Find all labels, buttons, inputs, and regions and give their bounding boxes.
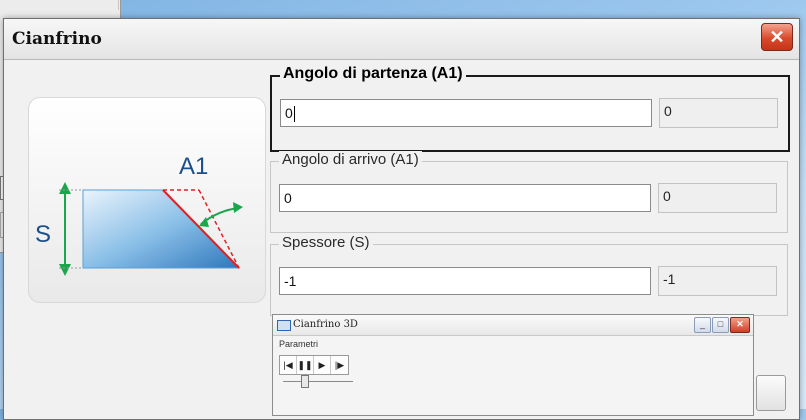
thickness-label: S [35, 221, 51, 248]
close-button[interactable]: ✕ [761, 23, 793, 51]
preview-close-button[interactable]: ✕ [730, 317, 750, 333]
parameters-menu[interactable]: Parametri [279, 339, 318, 349]
dialog-title: Cianfrino [12, 29, 102, 49]
end-angle-input[interactable]: 0 [279, 184, 651, 212]
maximize-button[interactable]: □ [712, 317, 729, 333]
title-bar[interactable]: Cianfrino ✕ [4, 19, 799, 60]
text-caret [293, 106, 295, 123]
thickness-arrow-head-bottom [59, 264, 71, 276]
start-angle-group: Angolo di partenza (A1) 0 0 [270, 65, 790, 152]
playback-controls: |◀ ❚❚ ▶ |▶ [279, 355, 349, 375]
angle-arrow-head-right [233, 202, 243, 213]
thickness-arrow-head-top [59, 182, 71, 194]
play-button[interactable]: ▶ [314, 356, 331, 374]
end-angle-group: Angolo di arrivo (A1) 0 0 [270, 151, 788, 233]
window-icon [277, 320, 291, 331]
preview-title-bar[interactable]: Cianfrino 3D _ □ ✕ [273, 315, 753, 336]
start-angle-legend: Angolo di partenza (A1) [280, 65, 466, 83]
bevel-illustration: A1 S [28, 97, 266, 303]
bevel-diagram: A1 S [35, 153, 243, 276]
thickness-input[interactable]: -1 [279, 267, 651, 295]
skip-forward-button[interactable]: |▶ [331, 356, 348, 374]
end-angle-readout: 0 [658, 183, 777, 213]
background-window-edge [0, 0, 119, 10]
pause-button[interactable]: ❚❚ [297, 356, 314, 374]
minimize-button[interactable]: _ [694, 317, 711, 333]
preview-3d-window: Cianfrino 3D _ □ ✕ Parametri |◀ ❚❚ ▶ |▶ [272, 314, 754, 416]
thickness-group: Spessore (S) -1 -1 [270, 234, 788, 316]
dialog-button[interactable] [756, 375, 786, 411]
playback-slider-track[interactable] [283, 381, 353, 382]
block-shape [82, 189, 241, 269]
end-angle-legend: Angolo di arrivo (A1) [279, 151, 422, 168]
playback-slider-thumb[interactable] [301, 375, 309, 388]
angle-label: A1 [179, 153, 208, 180]
thickness-legend: Spessore (S) [279, 234, 373, 251]
preview-title: Cianfrino 3D [293, 319, 358, 330]
skip-back-button[interactable]: |◀ [280, 356, 297, 374]
thickness-readout: -1 [658, 266, 777, 296]
start-angle-readout: 0 [659, 98, 778, 128]
start-angle-value: 0 [285, 105, 293, 121]
start-angle-input[interactable]: 0 [280, 99, 652, 127]
